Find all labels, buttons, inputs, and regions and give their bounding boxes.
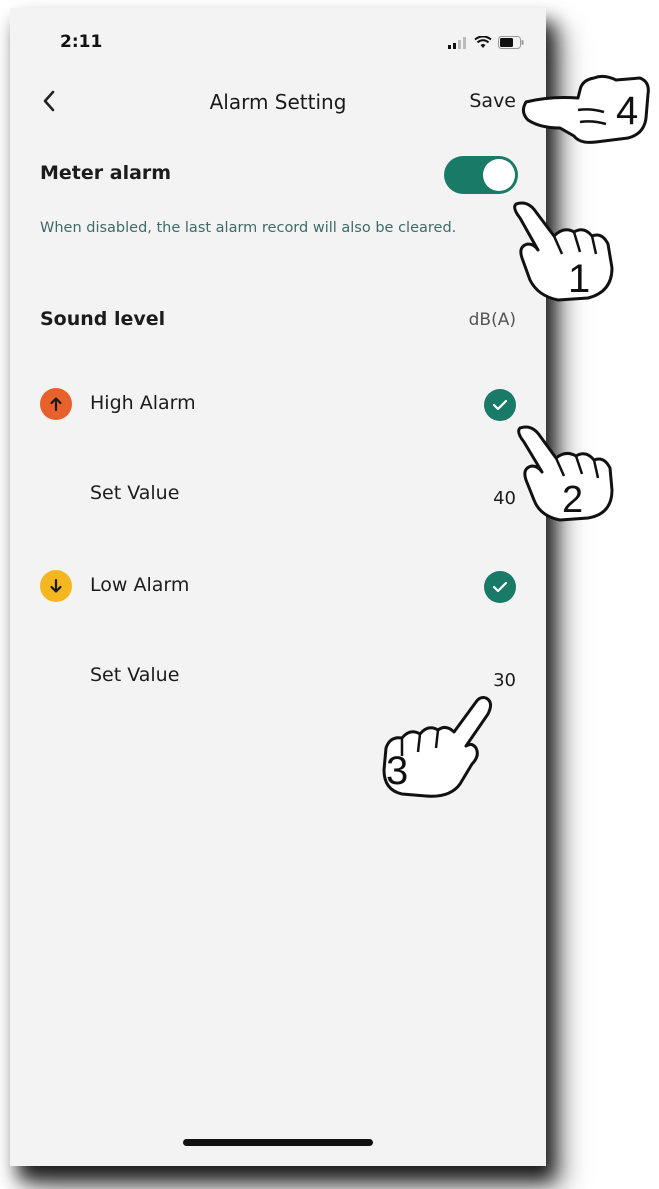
meter-alarm-toggle[interactable]	[444, 156, 518, 194]
status-time: 2:11	[60, 32, 103, 52]
low-set-value[interactable]: 30	[493, 670, 516, 691]
arrow-down-icon	[40, 570, 72, 602]
pointing-hand-icon: 1	[513, 201, 614, 302]
meter-alarm-row: Meter alarm	[10, 156, 546, 196]
high-alarm-label: High Alarm	[90, 392, 196, 414]
status-bar: 2:11	[10, 8, 546, 68]
pointing-hand-icon: 3	[382, 696, 493, 798]
low-alarm-set-value-row[interactable]: Set Value 30	[10, 664, 546, 694]
callout-number: 3	[386, 749, 408, 793]
sound-level-row: Sound level dB(A)	[10, 308, 546, 338]
high-alarm-row: High Alarm	[10, 388, 546, 422]
check-icon	[492, 399, 508, 411]
low-alarm-row: Low Alarm	[10, 570, 546, 604]
screenshot-stage: 2:11 Alarm Setting Save Meter alarm When…	[0, 0, 659, 1189]
meter-alarm-hint: When disabled, the last alarm record wil…	[40, 220, 457, 236]
toggle-knob	[483, 159, 515, 191]
low-alarm-checkbox[interactable]	[484, 571, 516, 603]
home-indicator	[183, 1139, 373, 1146]
page-title: Alarm Setting	[209, 90, 347, 114]
pointing-hand-icon: 2	[517, 425, 614, 522]
callout-number: 1	[568, 257, 590, 301]
arrow-up-icon	[40, 388, 72, 420]
status-icons	[448, 36, 524, 49]
pointing-hand-icon: 4	[521, 74, 650, 144]
low-alarm-label: Low Alarm	[90, 574, 190, 596]
meter-alarm-label: Meter alarm	[40, 162, 172, 184]
check-icon	[492, 581, 508, 593]
signal-icon	[448, 36, 466, 49]
save-button[interactable]: Save	[469, 90, 516, 112]
low-set-value-label: Set Value	[90, 664, 180, 686]
high-alarm-set-value-row[interactable]: Set Value 40	[10, 482, 546, 512]
callout-number: 4	[616, 89, 638, 133]
callout-number: 2	[562, 479, 583, 521]
nav-bar: Alarm Setting Save	[10, 80, 546, 124]
high-alarm-checkbox[interactable]	[484, 389, 516, 421]
battery-icon	[498, 36, 524, 49]
phone-screen: 2:11 Alarm Setting Save Meter alarm When…	[10, 8, 546, 1166]
sound-level-label: Sound level	[40, 308, 166, 330]
wifi-icon	[474, 36, 492, 48]
high-set-value-label: Set Value	[90, 482, 180, 504]
sound-level-unit: dB(A)	[468, 310, 516, 330]
